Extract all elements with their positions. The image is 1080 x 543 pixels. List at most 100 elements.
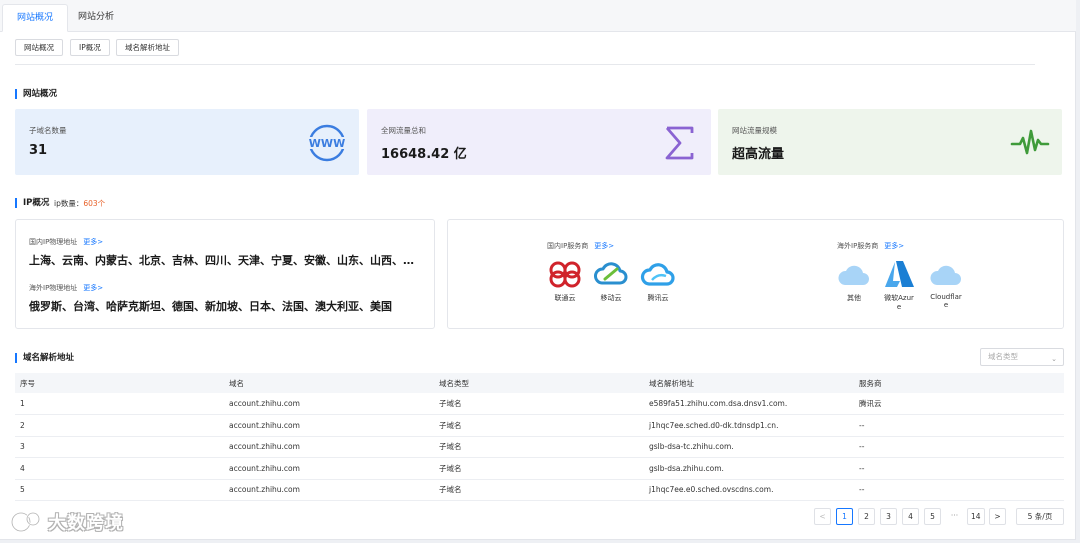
card-label: 网站流量规模 <box>732 126 777 135</box>
table-cell: gslb-dsa-tc.zhihu.com. <box>644 436 854 458</box>
provider-other: 其他 <box>834 259 874 303</box>
traffic-scale-card: 网站流量规模 超高流量 <box>718 109 1062 175</box>
table-row: 3 account.zhihu.com 子域名 gslb-dsa-tc.zhih… <box>15 436 1064 458</box>
card-value: 超高流量 <box>732 147 785 162</box>
subdomain-count-card: 子域名数量 31 WWW <box>15 109 359 175</box>
table-cell: account.zhihu.com <box>224 436 434 458</box>
tab-site-analysis[interactable]: 网站分析 <box>64 4 128 32</box>
page-ellipsis[interactable]: ··· <box>946 508 963 525</box>
table-cell: 2 <box>15 414 224 437</box>
dns-address-button[interactable]: 域名解析地址 <box>116 39 179 56</box>
ip-location-panel: 国内IP物理地址 更多> 上海、云南、内蒙古、北京、吉林、四川、天津、宁夏、安徽、… <box>15 219 435 329</box>
table-cell: 5 <box>15 479 224 501</box>
page-14-button[interactable]: 14 <box>967 508 985 525</box>
overseas-ip-more-link[interactable]: 更多> <box>83 284 103 292</box>
table-cell: 子域名 <box>434 414 644 437</box>
page-size-select[interactable]: 5 条/页 <box>1016 508 1064 525</box>
site-overview-button[interactable]: 网站概况 <box>15 39 63 56</box>
cloud-icon <box>838 265 869 285</box>
table-cell: account.zhihu.com <box>224 457 434 480</box>
table-cell: gslb-dsa.zhihu.com. <box>644 457 854 480</box>
ip-section-title: IP概况 <box>15 198 49 208</box>
provider-azure: 微软Azur e <box>879 259 919 311</box>
overseas-provider-more-link[interactable]: 更多> <box>884 242 904 250</box>
sigma-icon <box>665 126 694 160</box>
card-label: 全网流量总和 <box>381 126 426 135</box>
tab-site-overview[interactable]: 网站概况 <box>2 4 69 32</box>
dns-section-title: 域名解析地址 <box>15 353 74 363</box>
app-frame: 网站概况 网站分析 网站概况 IP概况 域名解析地址 网站概况 子域名数量 31… <box>0 0 1076 540</box>
column-header: 域名解析地址 <box>644 373 854 393</box>
table-cell: account.zhihu.com <box>224 414 434 437</box>
table-cell: 子域名 <box>434 479 644 501</box>
table-row: 2 account.zhihu.com 子域名 j1hqc7ee.sched.d… <box>15 414 1064 437</box>
svg-text:WWW: WWW <box>309 137 345 150</box>
domestic-ip-label: 国内IP物理地址 更多> <box>29 238 104 246</box>
overseas-provider-label: 海外IP服务商 更多> <box>837 242 905 250</box>
www-icon: WWW <box>307 124 347 162</box>
cloud-icon <box>930 265 961 285</box>
ip-count: ip数量：603个 <box>54 199 106 208</box>
table-cell: 子域名 <box>434 457 644 480</box>
mobile-cloud-icon <box>594 262 628 285</box>
table-cell: -- <box>854 479 1064 501</box>
total-traffic-card: 全网流量总和 16648.42 亿 <box>367 109 711 175</box>
table-cell: e589fa51.zhihu.com.dsa.dnsv1.com. <box>644 393 854 415</box>
table-cell: 4 <box>15 457 224 480</box>
table-cell: j1hqc7ee.e0.sched.ovscdns.com. <box>644 479 854 501</box>
divider <box>15 64 1035 65</box>
table-row: 1 account.zhihu.com 子域名 e589fa51.zhihu.c… <box>15 393 1064 415</box>
table-cell: 1 <box>15 393 224 415</box>
page-2-button[interactable]: 2 <box>858 508 875 525</box>
table-cell: -- <box>854 414 1064 437</box>
provider-unicom-cloud: 联通云 <box>545 259 585 303</box>
card-value: 31 <box>29 143 48 158</box>
table-cell: -- <box>854 457 1064 480</box>
tab-bar: 网站概况 网站分析 <box>0 0 1076 32</box>
provider-cloudflare: Cloudflar e <box>926 259 966 309</box>
overseas-ip-locations: 俄罗斯、台湾、哈萨克斯坦、德国、新加坡、日本、法国、澳大利亚、美国 <box>29 300 392 313</box>
domestic-provider-label: 国内IP服务商 更多> <box>547 242 615 250</box>
table-row: 5 account.zhihu.com 子域名 j1hqc7ee.e0.sche… <box>15 479 1064 501</box>
page-1-button[interactable]: 1 <box>836 508 853 525</box>
table-cell: j1hqc7ee.sched.d0-dk.tdnsdp1.cn. <box>644 414 854 437</box>
azure-icon <box>885 261 914 287</box>
page-5-button[interactable]: 5 <box>924 508 941 525</box>
column-header: 域名 <box>224 373 434 393</box>
table-header: 序号 域名 域名类型 域名解析地址 服务商 <box>15 373 1064 393</box>
ip-overview-button[interactable]: IP概况 <box>70 39 110 56</box>
domain-type-select[interactable]: 域名类型 ⌄ <box>980 348 1064 366</box>
table-cell: account.zhihu.com <box>224 393 434 415</box>
watermark-logo-icon <box>10 511 41 533</box>
column-header: 域名类型 <box>434 373 644 393</box>
table-cell: 3 <box>15 436 224 458</box>
prev-page-button[interactable]: < <box>814 508 831 525</box>
provider-tencent-cloud: 腾讯云 <box>638 259 678 303</box>
page-3-button[interactable]: 3 <box>880 508 897 525</box>
table-cell: 子域名 <box>434 436 644 458</box>
tencent-cloud-icon <box>640 263 675 286</box>
unicom-cloud-icon <box>549 261 581 288</box>
column-header: 服务商 <box>854 373 1064 393</box>
column-header: 序号 <box>15 373 224 393</box>
table-cell: 子域名 <box>434 393 644 415</box>
overview-section-title: 网站概况 <box>15 89 57 99</box>
table-cell: 腾讯云 <box>854 393 1064 415</box>
card-value: 16648.42 亿 <box>381 147 467 162</box>
chevron-down-icon: ⌄ <box>1051 355 1057 363</box>
ip-provider-panel: 国内IP服务商 更多> 联通云 移动云 腾讯云 海外IP服务商 更多> 其他 微… <box>447 219 1064 329</box>
table-cell: account.zhihu.com <box>224 479 434 501</box>
provider-mobile-cloud: 移动云 <box>591 259 631 303</box>
table-row: 4 account.zhihu.com 子域名 gslb-dsa.zhihu.c… <box>15 457 1064 480</box>
page-4-button[interactable]: 4 <box>902 508 919 525</box>
domestic-ip-more-link[interactable]: 更多> <box>83 238 103 246</box>
domestic-provider-more-link[interactable]: 更多> <box>594 242 614 250</box>
watermark: 大数跨境 <box>8 509 124 535</box>
table-cell: -- <box>854 436 1064 458</box>
overseas-ip-label: 海外IP物理地址 更多> <box>29 284 104 292</box>
domestic-ip-locations: 上海、云南、内蒙古、北京、吉林、四川、天津、宁夏、安徽、山东、山西、广东 <box>29 254 424 267</box>
pulse-icon <box>1010 129 1050 155</box>
card-label: 子域名数量 <box>29 126 67 135</box>
dns-table: 序号 域名 域名类型 域名解析地址 服务商 1 account.zhihu.co… <box>15 373 1064 501</box>
next-page-button[interactable]: > <box>989 508 1006 525</box>
